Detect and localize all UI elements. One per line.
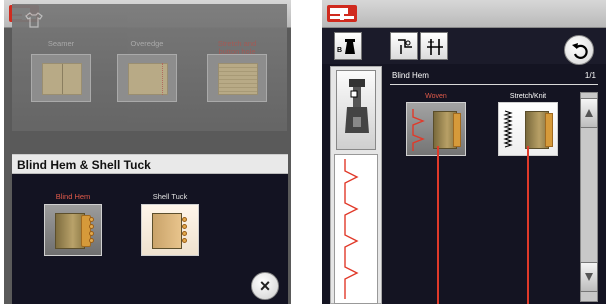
arrow-down-icon	[585, 273, 593, 281]
scroll-down-button[interactable]	[580, 262, 598, 292]
category-label: Seamer	[47, 40, 75, 48]
page-indicator: 1/1	[584, 71, 596, 80]
stitch-blind-hem[interactable]: Blind Hem	[44, 192, 102, 256]
stitch-settings-button[interactable]	[390, 32, 418, 60]
category-stretch[interactable]: Stretch and button hole	[204, 40, 270, 102]
list-header: Blind Hem 1/1	[390, 71, 598, 85]
close-icon: ×	[259, 276, 271, 296]
machine-logo-icon	[327, 5, 357, 22]
overedge-stitch-icon	[162, 63, 168, 95]
option-woven[interactable]: Woven	[406, 92, 466, 156]
fabric-icon	[42, 63, 82, 95]
woven-pointer-line	[437, 146, 439, 304]
hem-fold-icon	[545, 113, 553, 147]
seamer-tile[interactable]	[31, 54, 91, 102]
stitch-dots-icon	[89, 217, 95, 245]
back-button[interactable]	[564, 35, 594, 65]
stretch-tile[interactable]	[207, 54, 267, 102]
presser-foot-icon	[345, 39, 355, 54]
list-title: Blind Hem	[392, 71, 429, 80]
presser-foot-preview	[336, 70, 376, 150]
fabric-icon	[152, 213, 182, 249]
undo-arrow-icon	[572, 43, 588, 59]
right-screen: B Blind Hem 1/1 Woven Stretch/Knit	[322, 0, 606, 304]
stitch-preview	[334, 154, 378, 304]
stretch-pointer-line	[527, 146, 529, 304]
shell-dots-icon	[182, 217, 188, 245]
shell-tuck-tile[interactable]	[141, 204, 199, 256]
fabric-icon	[218, 63, 258, 95]
blind-hem-stitch-icon	[344, 159, 359, 299]
woven-stitch-icon	[412, 109, 425, 151]
top-bar	[322, 0, 606, 28]
stitch-label: Shell Tuck	[152, 192, 188, 201]
option-label: Stretch/Knit	[509, 93, 547, 100]
category-seamer[interactable]: Seamer	[28, 40, 94, 102]
left-screen: Seamer Overedge Stretch and button hole …	[4, 0, 291, 304]
stitch-width-icon	[427, 39, 443, 55]
close-button[interactable]: ×	[251, 272, 279, 300]
category-label: Overedge	[130, 40, 164, 48]
blind-hem-tile[interactable]	[44, 204, 102, 256]
hem-fold-icon	[453, 113, 461, 147]
category-label: Stretch and button hole	[217, 40, 257, 54]
arrow-up-icon	[585, 109, 593, 117]
overedge-tile[interactable]	[117, 54, 177, 102]
presser-foot-icon	[345, 79, 369, 133]
section-title: Blind Hem & Shell Tuck	[17, 158, 151, 172]
woven-tile[interactable]	[406, 102, 466, 156]
stitch-shell-tuck[interactable]: Shell Tuck	[141, 192, 199, 256]
needle-stitch-icon	[398, 39, 412, 54]
category-overedge[interactable]: Overedge	[114, 40, 180, 102]
scroll-up-button[interactable]	[580, 98, 598, 128]
stitch-label: Blind Hem	[55, 192, 91, 201]
section-header: Blind Hem & Shell Tuck	[12, 154, 288, 174]
garment-icon[interactable]	[24, 12, 44, 28]
stitch-width-button[interactable]	[420, 32, 448, 60]
stretch-stitch-icon	[503, 110, 513, 148]
presser-foot-button[interactable]: B	[334, 32, 362, 60]
option-label: Woven	[425, 93, 447, 100]
